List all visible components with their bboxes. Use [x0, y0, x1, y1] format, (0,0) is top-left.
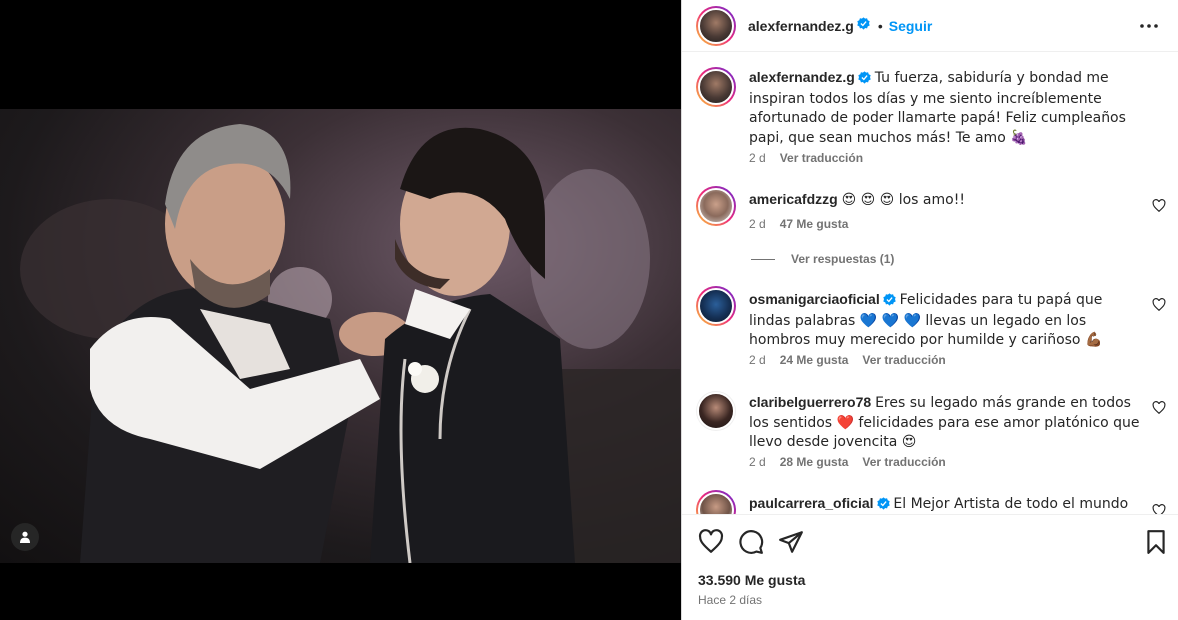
comment-item: americafdzzg 😍 😍 😍 los amo!! 2 d 47 Me g… [696, 186, 1166, 246]
comment-username[interactable]: americafdzzg [749, 191, 838, 207]
post-media[interactable] [0, 0, 681, 620]
caption-text-block: alexfernandez.g Tu fuerza, sabiduría y b… [749, 68, 1141, 147]
commenter-avatar[interactable] [696, 490, 736, 514]
post-header: alexfernandez.g • Seguir [682, 0, 1178, 52]
follow-button[interactable]: Seguir [889, 18, 933, 34]
comment-likes[interactable]: 47 Me gusta [780, 217, 849, 231]
comment-likes[interactable]: 28 Me gusta [780, 455, 849, 469]
commenter-avatar[interactable] [696, 286, 736, 326]
comment-meta: 2 d 24 Me gusta Ver traducción [749, 353, 946, 367]
comments-list[interactable]: alexfernandez.g Tu fuerza, sabiduría y b… [682, 53, 1178, 514]
view-replies-label[interactable]: Ver respuestas (1) [791, 252, 894, 266]
heart-icon[interactable] [1152, 504, 1166, 514]
translate-link[interactable]: Ver traducción [780, 151, 863, 165]
more-options-button[interactable] [1137, 14, 1161, 38]
comment-text-block: claribelguerrero78 Eres su legado más gr… [749, 393, 1141, 452]
comment-text: 😍 😍 😍 los amo!! [841, 192, 965, 208]
comment-text-block: osmanigarciaoficial Felicidades para tu … [749, 290, 1141, 350]
comment-username[interactable]: claribelguerrero78 [749, 394, 871, 410]
caption-item: alexfernandez.g Tu fuerza, sabiduría y b… [696, 67, 1166, 167]
commenter-avatar[interactable] [696, 186, 736, 226]
person-tag-icon [20, 531, 30, 543]
verified-badge-icon [857, 16, 870, 35]
caption-meta: 2 d Ver traducción [749, 151, 863, 165]
author-avatar[interactable] [696, 67, 736, 107]
paper-plane-icon[interactable] [778, 529, 804, 555]
posted-time: Hace 2 días [698, 593, 763, 607]
verified-badge-icon [858, 70, 871, 89]
author-avatar[interactable] [696, 5, 736, 46]
photo-illustration [20, 124, 680, 563]
comment-bubble-icon[interactable] [738, 529, 764, 555]
comment-time: 2 d [749, 217, 766, 231]
author-username[interactable]: alexfernandez.g [748, 18, 854, 34]
comment-likes[interactable]: 24 Me gusta [780, 353, 849, 367]
view-replies-button[interactable]: Ver respuestas (1) [751, 252, 894, 266]
commenter-avatar[interactable] [696, 391, 736, 431]
comment-meta: 2 d 47 Me gusta [749, 217, 848, 231]
comment-text-block: americafdzzg 😍 😍 😍 los amo!! [749, 190, 1141, 210]
comment-meta: 2 d 28 Me gusta Ver traducción [749, 455, 946, 469]
comment-username[interactable]: paulcarrera_oficial [749, 495, 874, 511]
translate-link[interactable]: Ver traducción [862, 455, 945, 469]
comment-username[interactable]: osmanigarciaoficial [749, 291, 880, 307]
translate-link[interactable]: Ver traducción [862, 353, 945, 367]
heart-icon[interactable] [698, 529, 724, 555]
comment-time: 2 d [749, 455, 766, 469]
caption-time: 2 d [749, 151, 766, 165]
tag-button[interactable] [11, 523, 39, 551]
post-photo[interactable] [0, 109, 681, 563]
post-side-panel: alexfernandez.g • Seguir alexfernandez.g… [681, 0, 1178, 620]
verified-badge-icon [883, 292, 896, 311]
heart-icon[interactable] [1152, 401, 1166, 415]
separator-dot: • [877, 17, 883, 34]
post-actions: 33.590 Me gusta Hace 2 días [682, 514, 1178, 620]
bookmark-icon[interactable] [1143, 529, 1169, 555]
more-horizontal-icon [1140, 24, 1158, 28]
heart-icon[interactable] [1152, 199, 1166, 213]
verified-badge-icon [876, 496, 890, 514]
comment-item: osmanigarciaoficial Felicidades para tu … [696, 286, 1166, 376]
comment-item: paulcarrera_oficial El Mejor Artista de … [696, 490, 1166, 514]
heart-icon[interactable] [1152, 298, 1166, 312]
replies-divider [751, 258, 775, 260]
comment-item: claribelguerrero78 Eres su legado más gr… [696, 391, 1166, 481]
comment-text-block: paulcarrera_oficial El Mejor Artista de … [749, 494, 1141, 514]
comment-time: 2 d [749, 353, 766, 367]
likes-count[interactable]: 33.590 Me gusta [698, 572, 805, 588]
caption-username[interactable]: alexfernandez.g [749, 69, 855, 85]
